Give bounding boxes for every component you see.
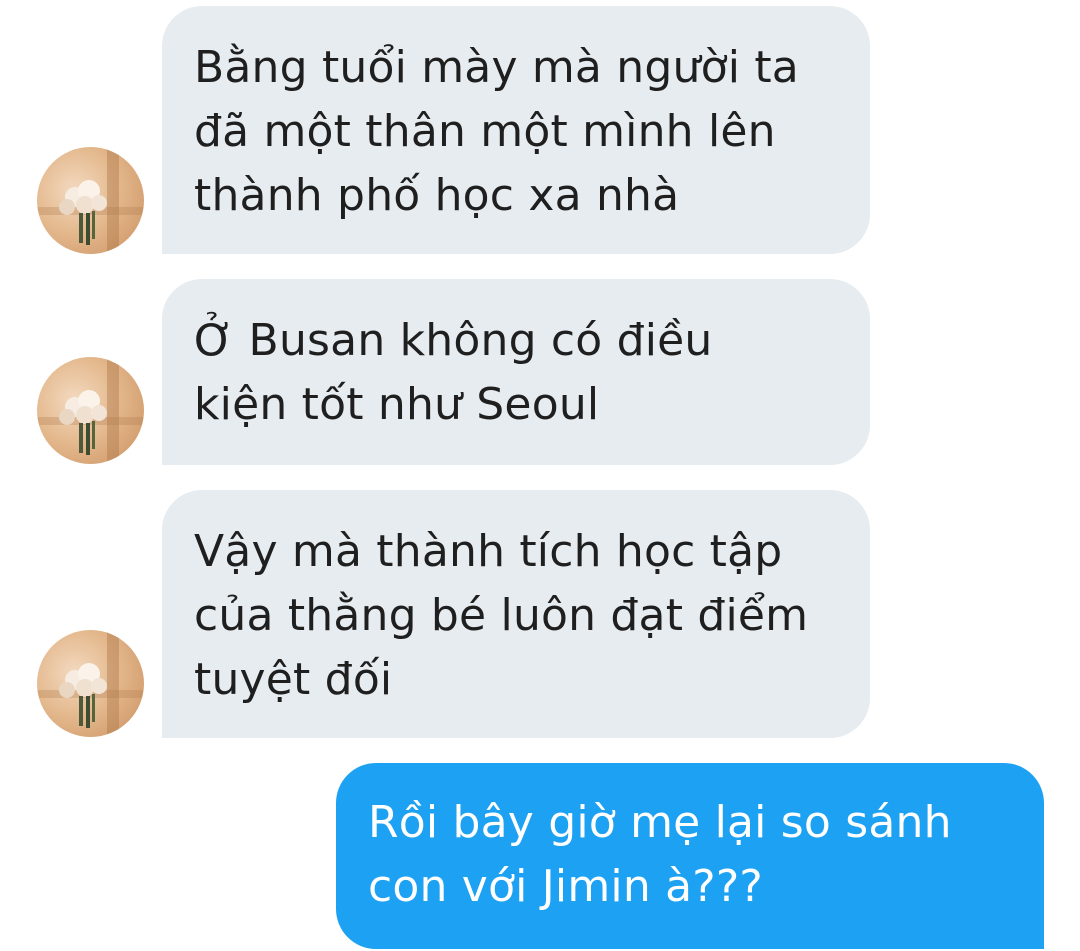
- flower-bouquet-icon: [37, 630, 144, 737]
- contact-avatar[interactable]: [37, 630, 144, 737]
- flower-bouquet-icon: [37, 147, 144, 254]
- message-bubble-incoming[interactable]: Vậy mà thành tích học tập của thằng bé l…: [162, 490, 870, 738]
- flower-bouquet-icon: [37, 357, 144, 464]
- contact-avatar[interactable]: [37, 147, 144, 254]
- contact-avatar[interactable]: [37, 357, 144, 464]
- message-bubble-outgoing[interactable]: Rồi bây giờ mẹ lại so sánh con với Jimin…: [336, 763, 1044, 949]
- message-bubble-incoming[interactable]: Ở Busan không có điều kiện tốt như Seoul: [162, 279, 870, 465]
- message-bubble-incoming[interactable]: Bằng tuổi mày mà người ta đã một thân mộ…: [162, 6, 870, 254]
- chat-thread: Bằng tuổi mày mà người ta đã một thân mộ…: [0, 0, 1080, 951]
